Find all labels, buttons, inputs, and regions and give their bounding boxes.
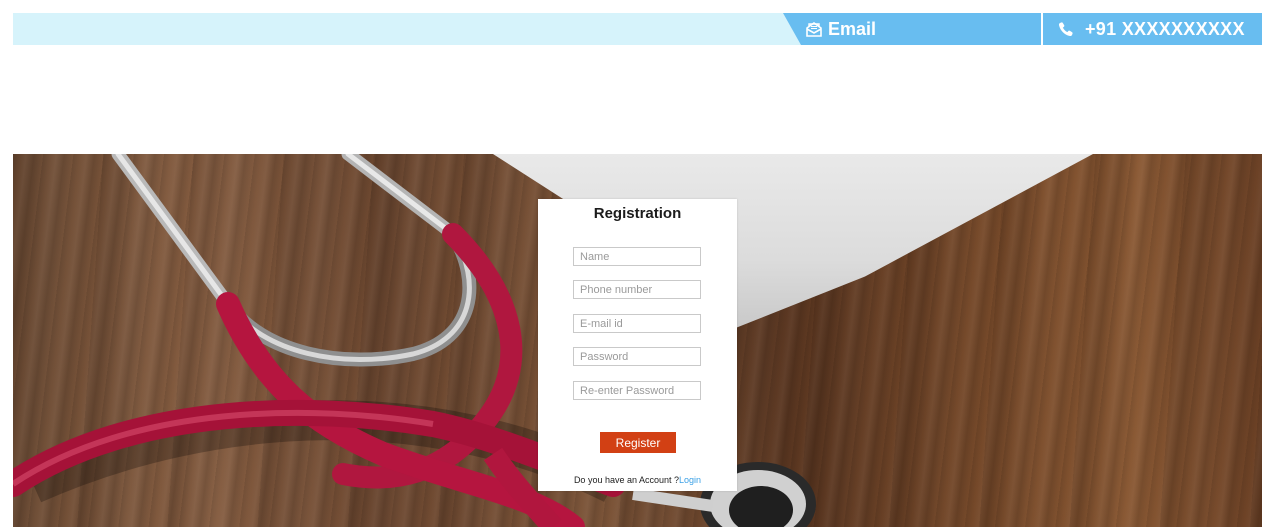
phone-icon <box>1058 21 1074 37</box>
phone-number-input[interactable] <box>573 280 701 299</box>
phone-label: +91 XXXXXXXXXX <box>1085 18 1245 39</box>
account-prompt-text: Do you have an Account ? <box>573 475 680 485</box>
email-link[interactable]: Email <box>783 13 1041 45</box>
email-input[interactable] <box>573 314 701 333</box>
register-button[interactable]: Register <box>600 432 676 453</box>
registration-title: Registration <box>593 205 682 222</box>
name-input[interactable] <box>573 247 701 266</box>
reenter-password-input[interactable] <box>573 381 701 400</box>
login-link[interactable]: Login <box>679 475 701 485</box>
password-input[interactable] <box>573 347 701 366</box>
registration-card: Registration Register Do you have an Acc… <box>538 199 737 491</box>
top-contact-bar: Email +91 XXXXXXXXXX <box>13 13 1262 45</box>
account-prompt: Do you have an Account ?Login <box>538 475 737 485</box>
email-label: Email <box>828 18 877 39</box>
envelope-icon <box>805 21 823 37</box>
phone-link[interactable]: +91 XXXXXXXXXX <box>1043 13 1262 45</box>
